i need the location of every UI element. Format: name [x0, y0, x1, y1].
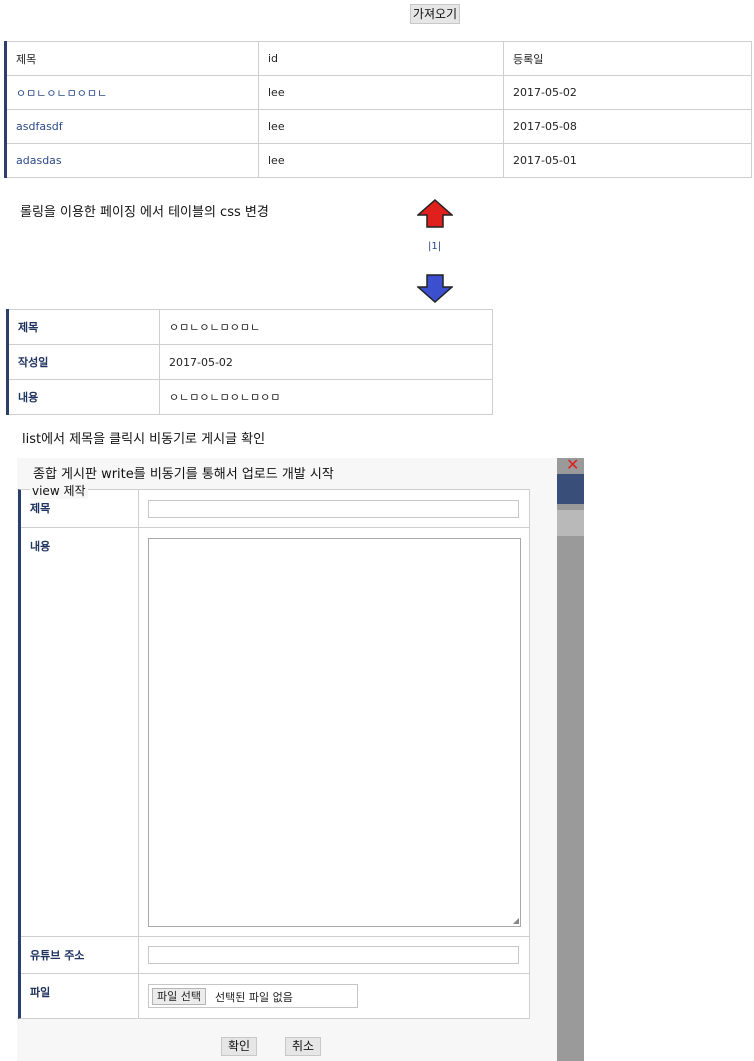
detail-row: 내용 ㅇㄴㅁㅇㄴㅁㅇㄴㅁㅇㅁ [7, 379, 493, 415]
detail-table: 제목 ㅇㅁㄴㅇㄴㅁㅇㅁㄴ 작성일 2017-05-02 내용 ㅇㄴㅁㅇㄴㅁㅇㄴㅁ… [6, 309, 493, 415]
detail-title-label: 제목 [7, 309, 160, 345]
content-label: 내용 [30, 540, 51, 553]
note-write: 종합 게시판 write를 비동기를 통해서 업로드 개발 시작 [33, 467, 334, 482]
row-title-link[interactable]: adasdas [5, 143, 259, 178]
table-row: asdfasdf lee 2017-05-08 [5, 109, 752, 144]
title-label: 제목 [30, 502, 51, 515]
header-title: 제목 [5, 41, 259, 76]
detail-content-label: 내용 [7, 379, 160, 415]
side-band-blue [557, 474, 584, 504]
detail-title-value: ㅇㅁㄴㅇㄴㅁㅇㅁㄴ [159, 309, 493, 345]
header-date: 등록일 [503, 41, 752, 76]
file-select-button[interactable]: 파일 선택 [152, 988, 206, 1005]
row-date: 2017-05-01 [503, 143, 752, 178]
form-row-title: 제목 [21, 490, 530, 528]
row-title-link[interactable]: ㅇㅁㄴㅇㄴㅁㅇㅁㄴ [5, 75, 259, 110]
row-title-link[interactable]: asdfasdf [5, 109, 259, 144]
form-row-file: 파일 파일 선택 선택된 파일 없음 [21, 974, 530, 1018]
row-id: lee [258, 143, 504, 178]
youtube-input[interactable] [148, 946, 519, 964]
detail-date-value: 2017-05-02 [159, 344, 493, 380]
arrow-down-icon [417, 274, 453, 303]
file-label: 파일 [30, 986, 51, 999]
title-input[interactable] [148, 500, 519, 518]
form-legend: view 제작 [30, 482, 88, 499]
page: 가져오기 제목 id 등록일 ㅇㅁㄴㅇㄴㅁㅇㅁㄴ lee 2017-05-02 … [0, 0, 754, 1061]
detail-content-value: ㅇㄴㅁㅇㄴㅁㅇㄴㅁㅇㅁ [159, 379, 493, 415]
side-band-light [557, 510, 584, 536]
close-icon[interactable]: ✕ [566, 457, 579, 473]
row-id: lee [258, 75, 504, 110]
side-strip [557, 458, 584, 1061]
file-status: 선택된 파일 없음 [215, 991, 293, 1004]
content-textarea[interactable]: ◢ [148, 538, 521, 927]
file-input[interactable]: 파일 선택 선택된 파일 없음 [148, 984, 358, 1008]
cancel-button[interactable]: 취소 [285, 1037, 321, 1056]
table-row: ㅇㅁㄴㅇㄴㅁㅇㅁㄴ lee 2017-05-02 [5, 75, 752, 110]
pager-link[interactable]: |1| [428, 241, 441, 252]
write-form: 제목 내용 ◢ 유튜브 주소 파일 파일 선택 선택된 파일 없음 [18, 489, 530, 1019]
resize-grip-icon[interactable]: ◢ [513, 917, 519, 925]
arrow-up-icon [417, 199, 453, 228]
list-header-row: 제목 id 등록일 [5, 41, 752, 76]
row-id: lee [258, 109, 504, 144]
row-date: 2017-05-02 [503, 75, 752, 110]
row-date: 2017-05-08 [503, 109, 752, 144]
fetch-button[interactable]: 가져오기 [410, 4, 460, 24]
divider [138, 490, 139, 527]
divider [138, 974, 139, 1018]
note-paging: 롤링을 이용한 페이징 에서 테이블의 css 변경 [20, 205, 269, 220]
table-row: adasdas lee 2017-05-01 [5, 143, 752, 178]
detail-date-label: 작성일 [7, 344, 160, 380]
list-table: 제목 id 등록일 ㅇㅁㄴㅇㄴㅁㅇㅁㄴ lee 2017-05-02 asdfa… [4, 41, 752, 178]
youtube-label: 유튜브 주소 [30, 949, 85, 962]
detail-row: 작성일 2017-05-02 [7, 344, 493, 380]
divider [138, 528, 139, 936]
divider [138, 937, 139, 973]
note-list: list에서 제목을 클릭시 비동기로 게시글 확인 [22, 432, 266, 447]
confirm-button[interactable]: 확인 [221, 1037, 257, 1056]
header-id: id [258, 41, 504, 76]
form-row-youtube: 유튜브 주소 [21, 937, 530, 974]
form-row-content: 내용 ◢ [21, 528, 530, 937]
detail-row: 제목 ㅇㅁㄴㅇㄴㅁㅇㅁㄴ [7, 309, 493, 345]
